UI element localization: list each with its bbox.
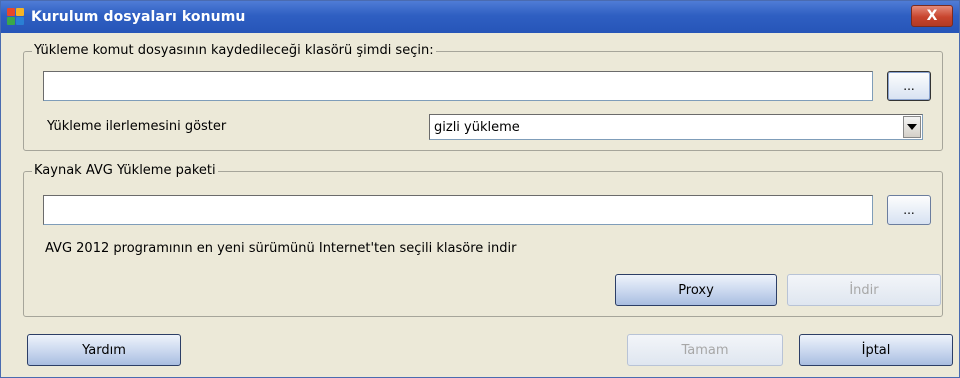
cancel-button[interactable]: İptal [799,334,953,366]
download-button[interactable]: İndir [787,274,941,306]
help-button[interactable]: Yardım [27,334,181,366]
close-button[interactable]: X [911,5,953,27]
title-bar[interactable]: Kurulum dosyaları konumu X [1,1,959,33]
dialog-window: Kurulum dosyaları konumu X Yükleme komut… [0,0,960,378]
avg-logo-icon [7,8,25,26]
download-description: AVG 2012 programının en yeni sürümünü In… [45,241,517,256]
source-package-input[interactable] [43,195,873,225]
progress-label: Yükleme ilerlemesini göster [47,119,227,134]
ok-button[interactable]: Tamam [627,334,783,366]
proxy-button[interactable]: Proxy [615,274,777,306]
progress-select[interactable]: gizli yükleme [429,114,923,140]
chevron-down-icon[interactable] [903,116,921,138]
window-title: Kurulum dosyaları konumu [31,9,246,25]
source-package-legend: Kaynak AVG Yükleme paketi [32,163,218,178]
install-folder-browse-button[interactable]: ... [887,71,931,101]
source-package-browse-button[interactable]: ... [887,195,931,225]
install-folder-input[interactable] [43,71,873,101]
progress-select-value: gizli yükleme [434,119,520,135]
install-folder-legend: Yükleme komut dosyasının kaydedileceği k… [32,43,436,58]
